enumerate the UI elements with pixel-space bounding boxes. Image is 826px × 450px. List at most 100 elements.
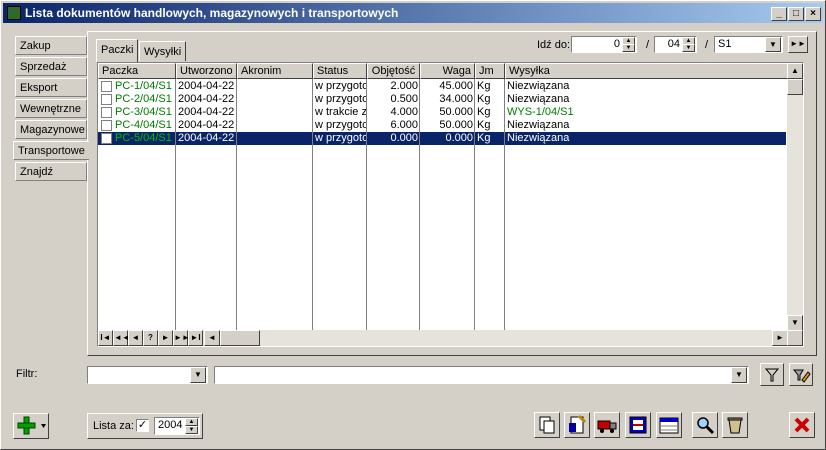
close-window-button[interactable]: × [805, 7, 821, 21]
prev-page-button[interactable]: ◄◄ [113, 330, 130, 346]
cell-status: w przygotowaniu [315, 80, 367, 92]
column-header-status[interactable]: Status [313, 63, 367, 79]
grid-line [474, 79, 475, 331]
register-button[interactable] [625, 412, 651, 438]
cell-wysylka: Niezwiązana [507, 93, 570, 105]
goto-day-input[interactable]: 0 ▲ ▼ [571, 36, 637, 53]
lista-za-checkbox[interactable]: ✓ [136, 419, 149, 432]
vertical-scrollbar[interactable]: ▲ ▼ [787, 63, 803, 331]
truck-button[interactable] [594, 412, 620, 438]
document-button[interactable] [564, 412, 590, 438]
last-record-button[interactable]: ►I [188, 330, 203, 346]
cell-utworzono: 2004-04-22 [178, 80, 235, 92]
column-header-waga[interactable]: Waga [420, 63, 475, 79]
cell-utworzono: 2004-04-22 [178, 106, 235, 118]
spin-up-icon[interactable]: ▲ [185, 418, 198, 426]
sidebar-item-sprzedaz[interactable]: Sprzedaż [15, 57, 87, 76]
column-header-jm[interactable]: Jm [475, 63, 505, 79]
cell-objetosc: 6.000 [390, 119, 418, 131]
sidebar-item-zakup[interactable]: Zakup [15, 36, 87, 55]
search-icon [697, 417, 715, 435]
packages-table[interactable]: Paczka Utworzono Akronim Status Objętość… [97, 62, 804, 347]
row-checkbox[interactable] [101, 120, 112, 131]
filter-select[interactable]: ▼ [87, 366, 208, 384]
first-record-button[interactable]: I◄ [98, 330, 113, 346]
grid-line [504, 79, 505, 331]
title-bar[interactable]: Lista dokumentów handlowych, magazynowyc… [3, 3, 823, 23]
grid-line [366, 79, 367, 331]
cell-paczka: PC-3/04/S1 [115, 106, 172, 118]
chevron-down-icon[interactable]: ▼ [765, 37, 781, 52]
cell-waga: 50.000 [439, 119, 473, 131]
row-checkbox[interactable] [101, 107, 112, 118]
chevron-down-icon[interactable]: ▼ [190, 367, 206, 383]
minimize-button[interactable]: _ [771, 7, 787, 21]
goto-separator: / [705, 39, 709, 51]
scroll-thumb[interactable] [787, 79, 803, 95]
cell-akronim [237, 106, 313, 119]
spin-down-icon[interactable]: ▼ [185, 426, 198, 434]
close-button[interactable] [789, 412, 815, 438]
cell-status: w przygotowaniu [315, 132, 367, 144]
spin-down-icon[interactable]: ▼ [682, 44, 695, 52]
chevron-down-icon[interactable]: ▼ [731, 367, 747, 383]
filter-button[interactable] [760, 363, 784, 386]
cell-akronim [237, 132, 313, 145]
tab-wysylki[interactable]: Wysyłki [139, 41, 187, 61]
column-header-objetosc[interactable]: Objętość [367, 63, 420, 79]
table-row[interactable]: PC-5/04/S1 2004-04-22 w przygotowaniu 0.000… [98, 132, 786, 145]
tab-paczki[interactable]: Paczki [96, 39, 139, 62]
next-page-button[interactable]: ►► [173, 330, 190, 346]
row-checkbox[interactable] [101, 133, 112, 144]
row-checkbox[interactable] [101, 94, 112, 105]
goto-month-input[interactable]: 04 ▲ ▼ [654, 36, 697, 53]
search-button[interactable] [692, 412, 718, 438]
sidebar-item-znajdz[interactable]: Znajdź [15, 162, 87, 181]
maximize-button[interactable]: □ [788, 7, 804, 21]
filter-input[interactable]: ▼ [214, 366, 749, 384]
scroll-thumb[interactable] [220, 330, 260, 346]
scroll-down-icon[interactable]: ▼ [787, 315, 803, 331]
table-row[interactable]: PC-3/04/S1 2004-04-22 w trakcie załadunku 4… [98, 106, 786, 119]
print-button[interactable] [534, 412, 560, 438]
sidebar-item-label: Znajdź [20, 166, 54, 178]
table-view-button[interactable] [656, 412, 682, 438]
column-header-wysylka[interactable]: Wysyłka [505, 63, 788, 79]
cell-paczka: PC-1/04/S1 [115, 80, 172, 92]
sidebar-item-transportowe[interactable]: Transportowe [13, 141, 89, 160]
spin-down-icon[interactable]: ▼ [622, 44, 635, 52]
column-header-utworzono[interactable]: Utworzono [176, 63, 237, 79]
next-record-button[interactable]: ► [158, 330, 173, 346]
add-button[interactable] [13, 413, 49, 439]
filter-label: Filtr: [16, 368, 38, 380]
column-header-paczka[interactable]: Paczka [98, 63, 176, 79]
sidebar-item-eksport[interactable]: Eksport [15, 78, 87, 97]
filter-edit-button[interactable] [789, 363, 813, 386]
cell-waga: 34.000 [439, 93, 473, 105]
goto-button[interactable]: ►► [788, 36, 808, 53]
scroll-right-icon[interactable]: ► [772, 330, 788, 346]
year-input[interactable]: 2004 ▲ ▼ [154, 417, 200, 435]
scroll-up-icon[interactable]: ▲ [787, 63, 803, 79]
cell-akronim [237, 93, 313, 106]
cell-wysylka: WYS-1/04/S1 [507, 106, 574, 118]
find-record-button[interactable]: ? [143, 330, 158, 346]
table-icon [659, 417, 679, 434]
cell-jm: Kg [477, 106, 491, 118]
table-row[interactable]: PC-1/04/S1 2004-04-22 w przygotowaniu 2.000… [98, 80, 786, 93]
horizontal-scrollbar[interactable]: I◄ ◄◄ ◄ ? ► ►► ►I ◄ ► [98, 330, 788, 346]
column-header-akronim[interactable]: Akronim [237, 63, 313, 79]
goto-month-value: 04 [667, 38, 680, 50]
table-row[interactable]: PC-2/04/S1 2004-04-22 w przygotowaniu 0.500… [98, 93, 786, 106]
cell-objetosc: 0.000 [390, 132, 418, 144]
prev-record-button[interactable]: ◄ [128, 330, 143, 346]
cell-akronim [237, 119, 313, 132]
goto-series-select[interactable]: S1 ▼ [714, 36, 783, 53]
sidebar-item-wewnetrzne[interactable]: Wewnętrzne [15, 99, 87, 118]
sidebar-item-magazynowe[interactable]: Magazynowe [15, 120, 87, 139]
window-title: Lista dokumentów handlowych, magazynowyc… [25, 6, 399, 20]
table-row[interactable]: PC-4/04/S1 2004-04-22 w przygotowaniu 6.000… [98, 119, 786, 132]
scroll-left-icon[interactable]: ◄ [204, 330, 220, 346]
row-checkbox[interactable] [101, 81, 112, 92]
delete-button[interactable] [722, 412, 748, 438]
